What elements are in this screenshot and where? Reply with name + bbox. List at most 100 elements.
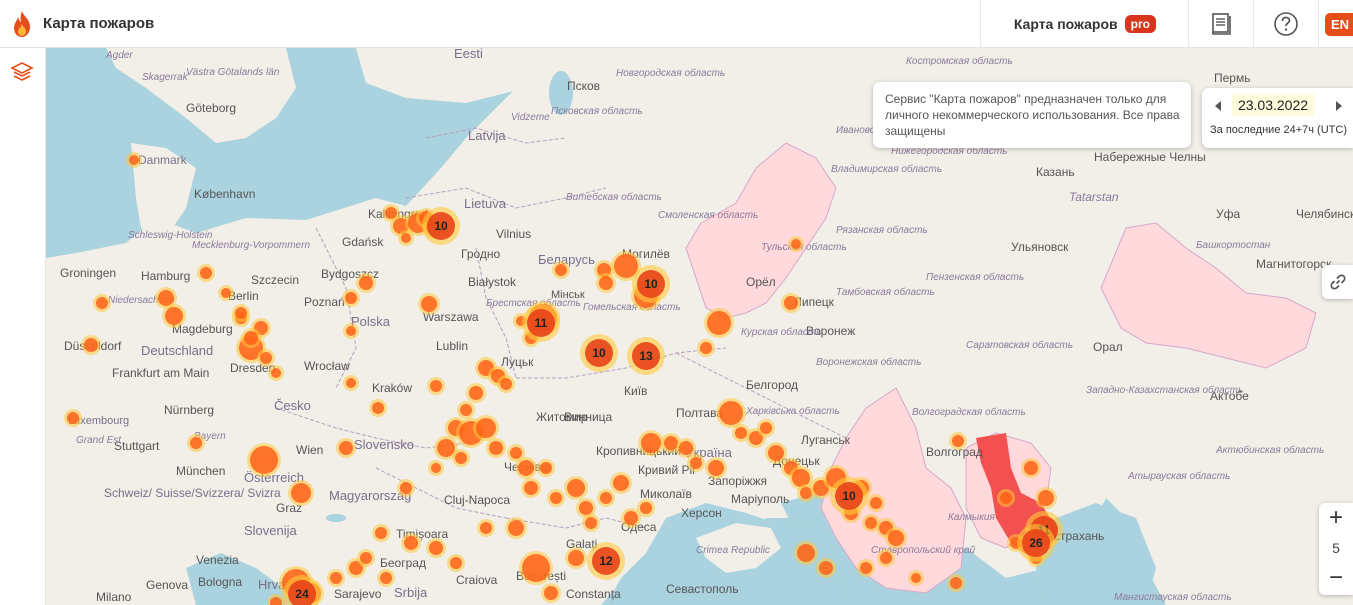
fire-cluster[interactable]: 10 [580,334,618,372]
fire-marker[interactable] [540,462,552,474]
fire-marker[interactable] [555,264,567,276]
fire-marker[interactable] [679,441,693,455]
fire-marker[interactable] [235,307,247,319]
fire-marker[interactable] [760,422,772,434]
layers-icon[interactable] [10,60,34,84]
fire-marker[interactable] [952,435,964,447]
fire-marker[interactable] [860,562,872,574]
fire-marker[interactable] [664,436,678,450]
fire-marker[interactable] [244,331,258,345]
fire-marker[interactable] [400,482,412,494]
fire-marker[interactable] [950,577,962,589]
fire-marker[interactable] [797,544,815,562]
fire-marker[interactable] [791,239,801,249]
fire-cluster[interactable]: 12 [587,542,625,580]
fire-marker[interactable] [339,441,353,455]
fire-marker[interactable] [96,297,108,309]
fire-marker[interactable] [469,386,483,400]
fire-marker[interactable] [450,557,462,569]
fire-marker[interactable] [690,457,702,469]
fire-marker[interactable] [614,254,638,278]
fire-marker[interactable] [460,404,472,416]
fire-marker[interactable] [330,572,342,584]
fire-cluster[interactable]: 10 [830,477,868,515]
fire-marker[interactable] [404,536,418,550]
fire-cluster[interactable]: 11 [522,304,560,342]
fire-marker[interactable] [380,572,392,584]
fire-marker[interactable] [200,267,212,279]
fire-marker[interactable] [1038,490,1054,506]
fire-marker[interactable] [476,418,496,438]
fire-marker[interactable] [190,437,202,449]
fire-marker[interactable] [735,427,747,439]
fire-marker[interactable] [165,307,183,325]
fire-marker[interactable] [708,460,724,476]
fire-marker[interactable] [544,586,558,600]
fire-marker[interactable] [480,522,492,534]
fire-marker[interactable] [360,552,372,564]
fire-marker[interactable] [429,541,443,555]
fire-marker[interactable] [489,441,503,455]
fire-marker[interactable] [640,502,652,514]
caret-left-icon[interactable] [1212,99,1224,113]
language-switch[interactable]: EN [1318,0,1353,48]
fire-marker[interactable] [585,517,597,529]
fire-marker[interactable] [250,446,278,474]
fire-marker[interactable] [430,380,442,392]
fire-marker[interactable] [880,552,892,564]
zoom-in-button[interactable]: + [1319,503,1353,533]
fire-cluster[interactable]: 26 [1017,524,1055,562]
fire-marker[interactable] [641,433,661,453]
fire-marker[interactable] [599,276,613,290]
fire-marker[interactable] [579,501,593,515]
fire-marker[interactable] [372,402,384,414]
fire-marker[interactable] [719,401,743,425]
fire-marker[interactable] [359,276,373,290]
fire-marker[interactable] [567,479,585,497]
fire-marker[interactable] [271,368,281,378]
docs-button[interactable] [1188,0,1253,48]
fire-marker[interactable] [431,463,441,473]
fire-marker[interactable] [707,311,731,335]
fire-marker[interactable] [768,445,784,461]
fire-marker[interactable] [819,561,833,575]
fire-marker[interactable] [524,481,538,495]
fire-marker[interactable] [401,233,411,243]
fire-marker[interactable] [613,475,629,491]
fire-cluster[interactable]: 10 [422,207,460,245]
fire-marker[interactable] [522,554,550,582]
fire-marker[interactable] [421,296,437,312]
fire-marker[interactable] [550,492,562,504]
fire-marker[interactable] [888,530,904,546]
fire-marker[interactable] [568,550,584,566]
fire-marker[interactable] [518,460,534,476]
fire-marker[interactable] [129,155,139,165]
fire-marker[interactable] [600,492,612,504]
fire-marker[interactable] [865,517,877,529]
date-field[interactable]: 23.03.2022 [1232,94,1314,116]
help-button[interactable] [1253,0,1318,48]
fire-marker[interactable] [221,288,231,298]
fire-marker[interactable] [700,342,712,354]
fire-marker[interactable] [784,296,798,310]
fire-marker[interactable] [346,326,356,336]
fire-marker[interactable] [260,352,272,364]
fire-marker[interactable] [510,447,522,459]
fire-marker[interactable] [84,338,98,352]
fire-marker[interactable] [1024,461,1038,475]
fire-marker[interactable] [1000,492,1012,504]
fire-marker[interactable] [870,497,882,509]
fire-marker[interactable] [67,412,79,424]
fire-marker[interactable] [911,573,921,583]
fire-marker[interactable] [500,378,512,390]
fire-marker[interactable] [291,483,311,503]
flame-icon[interactable] [10,10,34,38]
fire-marker[interactable] [455,452,467,464]
fire-cluster[interactable]: 10 [632,265,670,303]
caret-right-icon[interactable] [1333,99,1345,113]
fire-marker[interactable] [375,527,387,539]
fire-marker[interactable] [345,292,357,304]
fire-marker[interactable] [158,290,174,306]
fire-marker[interactable] [437,439,455,457]
fire-marker[interactable] [346,378,356,388]
